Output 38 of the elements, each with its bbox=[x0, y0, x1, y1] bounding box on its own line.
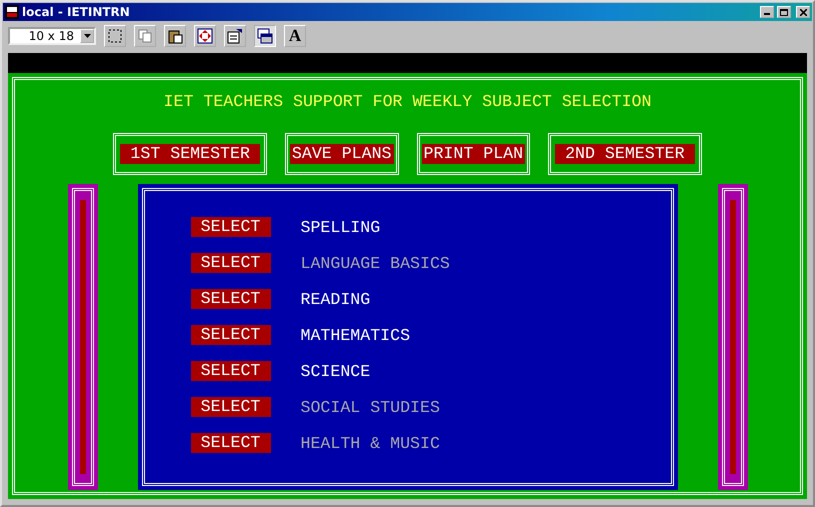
subject-name: SPELLING bbox=[300, 218, 380, 236]
properties-icon bbox=[227, 28, 243, 44]
close-button[interactable] bbox=[796, 6, 810, 18]
subject-name: READING bbox=[300, 290, 370, 308]
close-icon bbox=[800, 8, 806, 16]
subject-name: HEALTH & MUSIC bbox=[300, 434, 440, 452]
maximize-icon bbox=[780, 8, 788, 16]
fullscreen-button[interactable] bbox=[194, 25, 216, 47]
copy-button[interactable] bbox=[134, 25, 156, 47]
copy-icon bbox=[137, 28, 153, 44]
subject-name: LANGUAGE BASICS bbox=[300, 254, 450, 272]
paste-button[interactable] bbox=[164, 25, 186, 47]
subject-name: MATHEMATICS bbox=[300, 326, 410, 344]
subject-name: SCIENCE bbox=[300, 362, 370, 380]
menu-button[interactable]: 2ND SEMESTER bbox=[555, 144, 695, 164]
screen-heading: IET TEACHERS SUPPORT FOR WEEKLY SUBJECT SELECTION bbox=[164, 92, 652, 113]
menu-button[interactable]: 1ST SEMESTER bbox=[120, 144, 260, 164]
fullscreen-icon bbox=[197, 28, 213, 44]
menu-button[interactable]: PRINT PLAN bbox=[422, 144, 526, 164]
app-icon bbox=[5, 5, 19, 19]
select-button[interactable]: SELECT bbox=[190, 217, 270, 237]
font-size-dropdown[interactable]: 10 x 18 bbox=[8, 27, 96, 45]
properties-button[interactable] bbox=[224, 25, 246, 47]
minimize-button[interactable] bbox=[760, 6, 774, 18]
background-button[interactable] bbox=[254, 25, 276, 47]
subject-name: SOCIAL STUDIES bbox=[300, 398, 440, 416]
paste-icon bbox=[167, 28, 183, 44]
maximize-button[interactable] bbox=[777, 6, 791, 18]
dashed-rectangle-icon bbox=[107, 28, 123, 44]
window-title: local - IETINTRN bbox=[22, 5, 131, 19]
windows-icon bbox=[257, 28, 273, 44]
select-button[interactable]: SELECT bbox=[190, 361, 270, 381]
select-button[interactable]: SELECT bbox=[190, 325, 270, 345]
caret-icon bbox=[84, 34, 90, 38]
select-button[interactable]: SELECT bbox=[190, 289, 270, 309]
mark-button[interactable] bbox=[104, 25, 126, 47]
menu-button[interactable]: SAVE PLANS bbox=[290, 144, 394, 164]
font-button[interactable]: A bbox=[284, 25, 306, 47]
